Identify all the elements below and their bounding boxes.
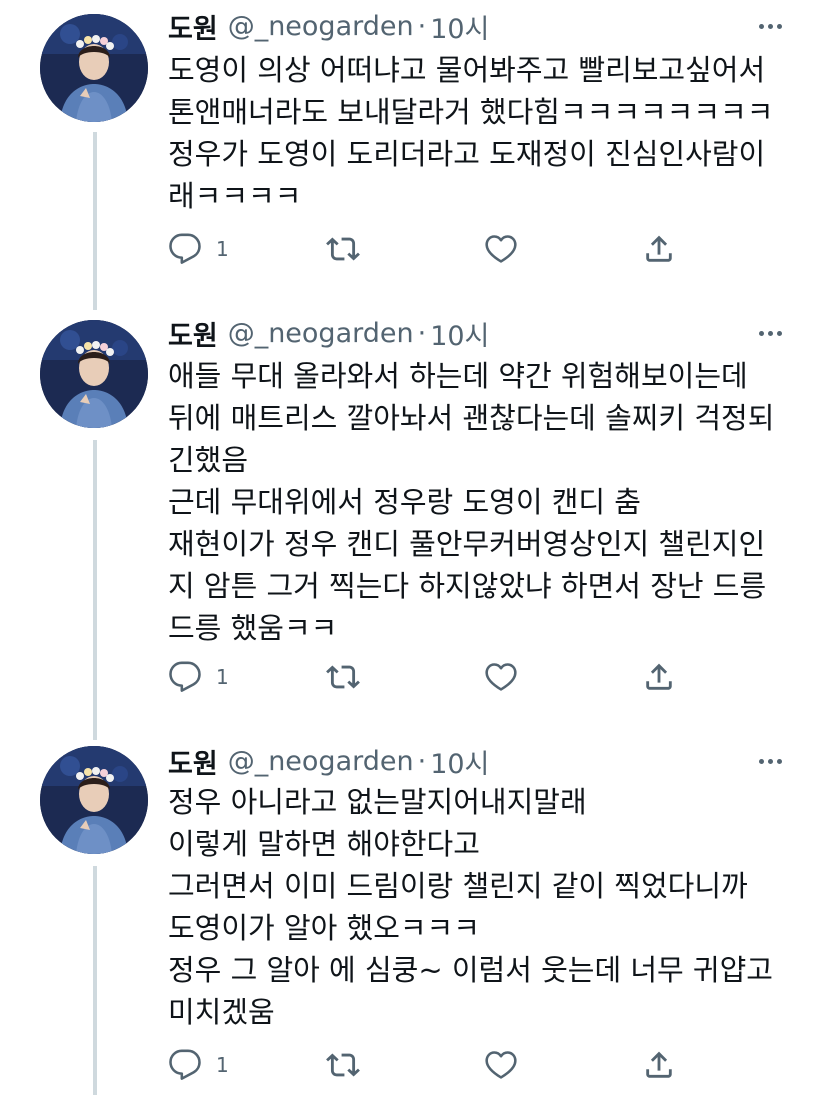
avatar[interactable] — [40, 320, 148, 428]
timestamp[interactable]: 10시 — [430, 7, 489, 46]
tweet-text: 도영이 의상 어떠냐고 물어봐주고 빨리보고싶어서톤앤매너라도 보내달라거 했다… — [168, 49, 788, 217]
tweet-text-line: 드릉 했움ㅋㅋ — [168, 611, 338, 645]
retweet-button[interactable] — [326, 1045, 360, 1085]
reply-icon — [169, 233, 201, 264]
display-name[interactable]: 도원 — [168, 7, 218, 46]
like-button[interactable] — [484, 229, 518, 269]
tweet-text-line: 애들 무대 올라와서 하는데 약간 위험해보이는데 — [168, 359, 748, 393]
retweet-icon — [326, 237, 360, 261]
share-button[interactable] — [642, 229, 676, 269]
share-button[interactable] — [642, 1045, 676, 1085]
tweet-text-line: 이렇게 말하면 해야한다고 — [168, 827, 480, 861]
reply-count: 1 — [216, 237, 229, 261]
retweet-button[interactable] — [326, 657, 360, 697]
share-icon — [646, 663, 672, 690]
more-options-icon[interactable] — [752, 313, 788, 353]
heart-icon — [485, 235, 517, 263]
tweet-text-line: 지 암튼 그거 찍는다 하지않았냐 하면서 장난 드릉 — [168, 569, 767, 603]
timestamp[interactable]: 10시 — [430, 742, 489, 781]
tweet-header: 도원 @_neogarden · 10시 — [168, 6, 489, 46]
thread-connector-line — [93, 440, 97, 740]
tweet-text-line: 톤앤매너라도 보내달라거 했다힘ㅋㅋㅋㅋㅋㅋㅋㅋ — [168, 95, 774, 129]
tweet-text-line: 긴했음 — [168, 443, 249, 477]
tweet-text-line: 재현이가 정우 캔디 풀안무커버영상인지 챌린지인 — [168, 527, 766, 561]
share-button[interactable] — [642, 657, 676, 697]
reply-button[interactable]: 1 — [168, 229, 229, 269]
tweet-header: 도원 @_neogarden · 10시 — [168, 741, 489, 781]
avatar-image — [40, 320, 148, 428]
share-icon — [646, 1051, 672, 1078]
user-handle[interactable]: @_neogarden — [228, 11, 414, 42]
tweet-text-line: 정우 아니라고 없는말지어내지말래 — [168, 785, 587, 819]
retweet-button[interactable] — [326, 229, 360, 269]
display-name[interactable]: 도원 — [168, 742, 218, 781]
avatar-image — [40, 746, 148, 854]
tweet-text-line: 그러면서 이미 드림이랑 챌린지 같이 찍었다니까 — [168, 869, 748, 903]
tweet-text-line: 정우가 도영이 도리더라고 도재정이 진심인사람이 — [168, 137, 766, 171]
tweet-actions: 1 — [168, 229, 768, 269]
heart-icon — [485, 1051, 517, 1079]
like-button[interactable] — [484, 1045, 518, 1085]
separator-dot: · — [417, 317, 427, 349]
thread-connector-line — [93, 866, 97, 1095]
tweet-text: 정우 아니라고 없는말지어내지말래이렇게 말하면 해야한다고그러면서 이미 드림… — [168, 781, 788, 1033]
user-handle[interactable]: @_neogarden — [228, 318, 414, 349]
separator-dot: · — [417, 10, 427, 42]
tweet-actions: 1 — [168, 657, 768, 697]
more-options-icon[interactable] — [752, 741, 788, 781]
tweet-actions: 1 — [168, 1045, 768, 1085]
reply-icon — [169, 661, 201, 692]
timestamp[interactable]: 10시 — [430, 314, 489, 353]
reply-count: 1 — [216, 1053, 229, 1077]
tweet-text-line: 래ㅋㅋㅋㅋ — [168, 179, 302, 213]
retweet-icon — [326, 1053, 360, 1077]
tweet-text-line: 정우 그 알아 에 심쿵~ 이럼서 웃는데 너무 귀얍고 — [168, 953, 773, 987]
tweet-text-line: 미치겠움 — [168, 995, 275, 1029]
reply-button[interactable]: 1 — [168, 1045, 229, 1085]
like-button[interactable] — [484, 657, 518, 697]
share-icon — [646, 235, 672, 262]
tweet-text-line: 뒤에 매트리스 깔아놔서 괜찮다는데 솔찌키 걱정되 — [168, 401, 775, 435]
thread-connector-line — [93, 132, 97, 310]
tweet-text: 애들 무대 올라와서 하는데 약간 위험해보이는데뒤에 매트리스 깔아놔서 괜찮… — [168, 355, 788, 649]
avatar[interactable] — [40, 746, 148, 854]
tweet-header: 도원 @_neogarden · 10시 — [168, 313, 489, 353]
avatar-image — [40, 14, 148, 122]
more-options-icon[interactable] — [752, 6, 788, 46]
tweet-text-line: 도영이 의상 어떠냐고 물어봐주고 빨리보고싶어서 — [168, 53, 766, 87]
reply-count: 1 — [216, 665, 229, 689]
reply-button[interactable]: 1 — [168, 657, 229, 697]
display-name[interactable]: 도원 — [168, 314, 218, 353]
heart-icon — [485, 663, 517, 691]
avatar[interactable] — [40, 14, 148, 122]
retweet-icon — [326, 665, 360, 689]
user-handle[interactable]: @_neogarden — [228, 746, 414, 777]
tweet-text-line: 근데 무대위에서 정우랑 도영이 캔디 춤 — [168, 485, 641, 519]
tweet-text-line: 도영이가 알아 했오ㅋㅋㅋ — [168, 911, 480, 945]
separator-dot: · — [417, 745, 427, 777]
reply-icon — [169, 1049, 201, 1080]
